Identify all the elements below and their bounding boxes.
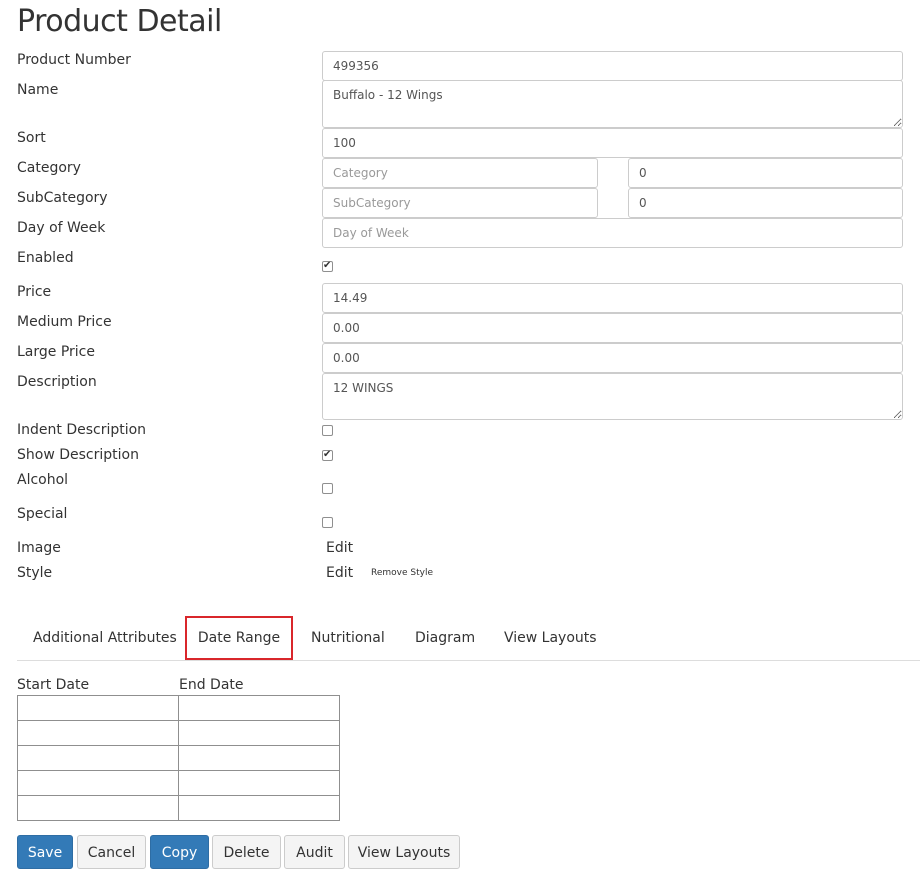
label-indent-description: Indent Description <box>17 422 147 438</box>
label-show-description: Show Description <box>17 447 139 463</box>
category-id-input[interactable] <box>628 158 903 188</box>
remove-style-link[interactable]: Remove Style <box>371 568 433 578</box>
start-date-cell[interactable] <box>17 795 179 821</box>
description-textarea[interactable]: 12 WINGS <box>322 373 903 420</box>
start-date-cell[interactable] <box>17 770 179 796</box>
tab-additional-attributes[interactable]: Additional Attributes <box>33 616 177 660</box>
save-button[interactable]: Save <box>17 835 73 869</box>
label-style: Style <box>17 565 53 581</box>
table-row <box>17 720 340 746</box>
alcohol-checkbox[interactable] <box>322 483 333 494</box>
category-input[interactable] <box>322 158 598 188</box>
table-row <box>17 695 340 721</box>
label-description: Description <box>17 374 97 390</box>
name-textarea[interactable]: Buffalo - 12 Wings <box>322 80 903 128</box>
sort-input[interactable] <box>322 128 903 158</box>
date-range-table <box>17 695 340 821</box>
label-medium-price: Medium Price <box>17 314 112 330</box>
label-image: Image <box>17 540 61 556</box>
start-date-cell[interactable] <box>17 720 179 746</box>
label-category: Category <box>17 160 81 176</box>
label-sort: Sort <box>17 130 46 146</box>
tab-view-layouts[interactable]: View Layouts <box>504 616 597 660</box>
special-checkbox[interactable] <box>322 517 333 528</box>
label-special: Special <box>17 506 68 522</box>
price-input[interactable] <box>322 283 903 313</box>
tab-date-range[interactable]: Date Range <box>185 616 293 660</box>
label-price: Price <box>17 284 52 300</box>
tab-diagram[interactable]: Diagram <box>415 616 475 660</box>
label-day-of-week: Day of Week <box>17 220 106 236</box>
page-title: Product Detail <box>17 4 222 39</box>
indent-description-checkbox[interactable] <box>322 425 333 436</box>
tab-bar: Additional Attributes Date Range Nutriti… <box>17 616 920 661</box>
show-description-checkbox[interactable] <box>322 448 333 462</box>
end-date-cell[interactable] <box>178 720 340 746</box>
subcategory-input[interactable] <box>322 188 598 218</box>
end-date-cell[interactable] <box>178 770 340 796</box>
start-date-cell[interactable] <box>17 695 179 721</box>
delete-button[interactable]: Delete <box>212 835 281 869</box>
product-number-input[interactable] <box>322 51 903 81</box>
table-row <box>17 795 340 821</box>
start-date-header: Start Date <box>17 677 90 693</box>
day-of-week-input[interactable] <box>322 218 903 248</box>
style-edit-link[interactable]: Edit <box>326 564 353 582</box>
label-large-price: Large Price <box>17 344 95 360</box>
label-product-number: Product Number <box>17 52 131 68</box>
medium-price-input[interactable] <box>322 313 903 343</box>
end-date-cell[interactable] <box>178 695 340 721</box>
table-row <box>17 745 340 771</box>
label-subcategory: SubCategory <box>17 190 108 206</box>
view-layouts-button[interactable]: View Layouts <box>348 835 460 869</box>
large-price-input[interactable] <box>322 343 903 373</box>
label-alcohol: Alcohol <box>17 472 69 488</box>
label-name: Name <box>17 82 59 98</box>
image-edit-link[interactable]: Edit <box>326 539 353 557</box>
audit-button[interactable]: Audit <box>284 835 345 869</box>
cancel-button[interactable]: Cancel <box>77 835 146 869</box>
enabled-checkbox[interactable] <box>322 259 333 273</box>
end-date-cell[interactable] <box>178 745 340 771</box>
end-date-header: End Date <box>179 677 244 693</box>
label-enabled: Enabled <box>17 250 74 266</box>
start-date-cell[interactable] <box>17 745 179 771</box>
subcategory-id-input[interactable] <box>628 188 903 218</box>
copy-button[interactable]: Copy <box>150 835 209 869</box>
tab-nutritional[interactable]: Nutritional <box>311 616 385 660</box>
end-date-cell[interactable] <box>178 795 340 821</box>
table-row <box>17 770 340 796</box>
